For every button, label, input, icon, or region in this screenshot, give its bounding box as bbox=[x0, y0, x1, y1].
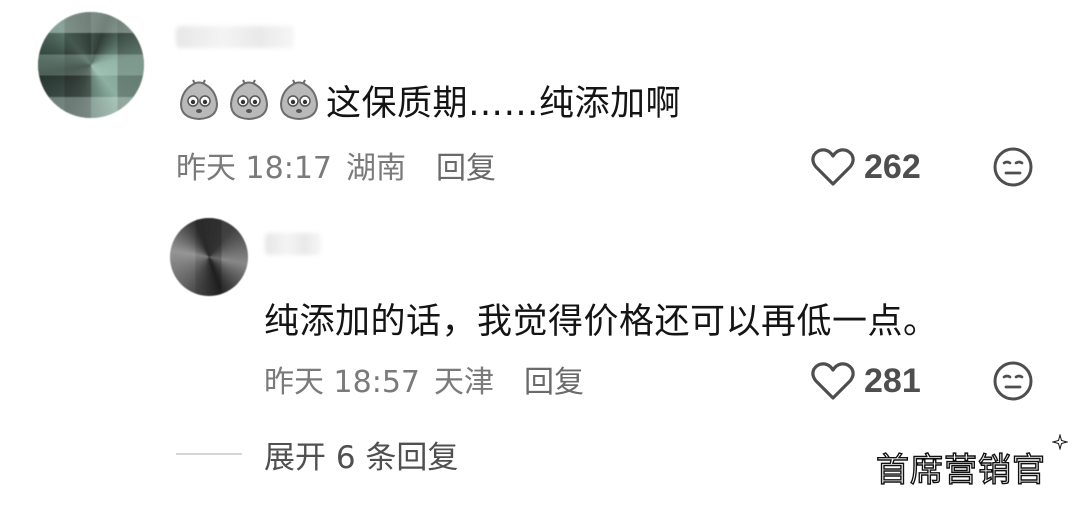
reply-text: 纯添加的话，我觉得价格还可以再低一点。 bbox=[264, 301, 939, 342]
sparkle-icon bbox=[1052, 434, 1068, 450]
potato-emoji-icon bbox=[279, 79, 319, 121]
reply-body: 纯添加的话，我觉得价格还可以再低一点。 bbox=[264, 292, 939, 344]
reply-like-button[interactable]: 281 bbox=[810, 358, 921, 404]
expand-replies-button[interactable]: 展开 6 条回复 bbox=[264, 432, 458, 476]
meh-face-icon[interactable] bbox=[992, 146, 1034, 188]
meh-face-icon[interactable] bbox=[992, 360, 1034, 402]
reply-button[interactable]: 回复 bbox=[436, 143, 496, 187]
like-button[interactable]: 262 bbox=[810, 144, 921, 190]
potato-emoji-icon bbox=[179, 79, 219, 121]
potato-emoji-icon bbox=[229, 79, 269, 121]
like-count: 262 bbox=[864, 147, 921, 186]
username-blurred[interactable] bbox=[176, 26, 294, 48]
comment-body: 这保质期……纯添加啊 bbox=[176, 72, 681, 128]
heart-outline-icon bbox=[811, 148, 855, 186]
reply-meta: 昨天 18:57 天津 回复 bbox=[264, 356, 584, 402]
avatar[interactable] bbox=[38, 12, 144, 118]
heart-outline-icon bbox=[811, 362, 855, 400]
reply-location: 天津 bbox=[434, 365, 494, 400]
comment-timestamp: 昨天 18:17 bbox=[176, 151, 332, 186]
expand-divider bbox=[176, 453, 242, 455]
watermark: 首席营销官 bbox=[875, 449, 1046, 489]
reply-avatar[interactable] bbox=[170, 218, 248, 296]
comment-text: 这保质期……纯添加啊 bbox=[326, 83, 682, 124]
reply-like-count: 281 bbox=[864, 361, 921, 400]
comment-location: 湖南 bbox=[346, 151, 406, 186]
reply-timestamp: 昨天 18:57 bbox=[264, 365, 420, 400]
reply-username-blurred[interactable] bbox=[265, 233, 321, 255]
reply-reply-button[interactable]: 回复 bbox=[524, 357, 584, 401]
comment-meta: 昨天 18:17 湖南 回复 bbox=[176, 142, 496, 188]
